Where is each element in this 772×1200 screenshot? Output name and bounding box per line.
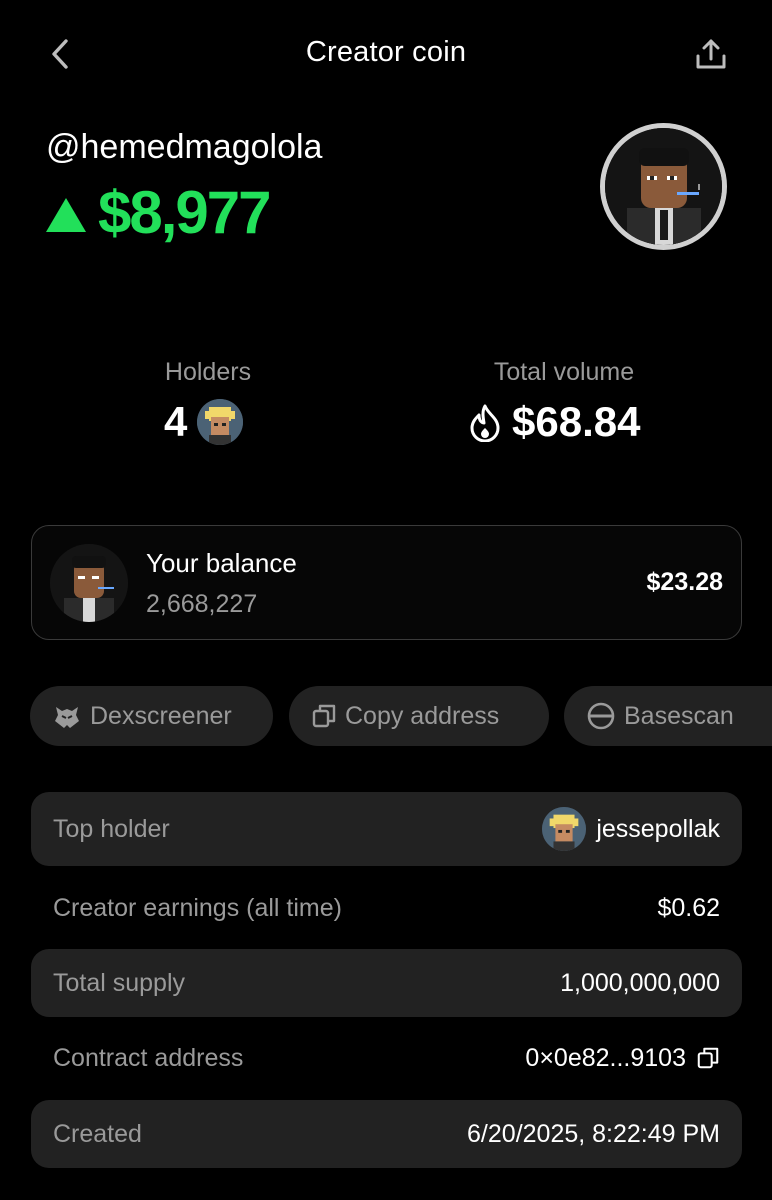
contract-address-value-group[interactable]: 0×0e82...9103 xyxy=(525,1044,720,1073)
copy-address-label: Copy address xyxy=(345,701,500,730)
holder-avatar xyxy=(197,399,244,445)
creator-earnings-label: Creator earnings (all time) xyxy=(53,893,342,922)
trend-up-icon xyxy=(46,197,86,232)
dexscreener-icon xyxy=(55,707,79,728)
volume-label: Total volume xyxy=(493,358,635,386)
balance-avatar xyxy=(50,544,128,622)
copy-icon[interactable] xyxy=(696,1046,720,1070)
creator-handle: @hemedmagolola xyxy=(46,128,323,166)
copy-address-button[interactable]: Copy address xyxy=(289,686,549,746)
contract-address-label: Contract address xyxy=(53,1043,244,1072)
balance-label: Your balance xyxy=(146,548,297,578)
volume-amount: $68.84 xyxy=(512,398,641,445)
coin-price: $8,977 xyxy=(98,179,272,246)
holders-label: Holders xyxy=(164,358,252,386)
top-holder-row[interactable]: Top holder jessepollak xyxy=(31,792,742,866)
total-supply-label: Total supply xyxy=(53,968,186,997)
top-holder-label: Top holder xyxy=(53,814,170,843)
top-holder-avatar xyxy=(542,807,587,851)
stats-section: Holders Total volume 4 $68.84 xyxy=(0,358,772,458)
copy-icon xyxy=(312,704,336,728)
contract-address-value: 0×0e82...9103 xyxy=(525,1043,686,1072)
basescan-button[interactable]: Basescan xyxy=(564,686,772,746)
holders-stat[interactable]: 4 xyxy=(164,398,244,446)
price-row: $8,977 xyxy=(46,178,272,247)
basescan-icon xyxy=(587,702,615,730)
header: Creator coin xyxy=(0,0,772,110)
basescan-label: Basescan xyxy=(624,701,734,730)
creator-earnings-row: Creator earnings (all time) $0.62 xyxy=(31,872,742,944)
creator-avatar-image xyxy=(605,128,722,245)
total-supply-value: 1,000,000,000 xyxy=(560,968,720,997)
share-button[interactable] xyxy=(692,34,730,74)
created-label: Created xyxy=(53,1119,142,1148)
balance-usd-value: $23.28 xyxy=(646,568,723,596)
top-holder-value: jessepollak xyxy=(542,807,720,851)
volume-stat: $68.84 xyxy=(468,398,640,446)
balance-card[interactable]: Your balance 2,668,227 $23.28 xyxy=(31,525,742,640)
created-value: 6/20/2025, 8:22:49 PM xyxy=(467,1119,720,1148)
created-row: Created 6/20/2025, 8:22:49 PM xyxy=(31,1100,742,1168)
dexscreener-label: Dexscreener xyxy=(90,701,232,730)
contract-address-row: Contract address 0×0e82...9103 xyxy=(31,1022,742,1094)
holders-count: 4 xyxy=(164,398,188,445)
total-supply-row: Total supply 1,000,000,000 xyxy=(31,949,742,1017)
creator-earnings-value: $0.62 xyxy=(657,893,720,922)
action-pills: Dexscreener Copy address Basescan xyxy=(0,686,772,746)
share-icon xyxy=(696,39,726,69)
page-title: Creator coin xyxy=(305,36,467,68)
flame-icon xyxy=(470,404,500,442)
dexscreener-button[interactable]: Dexscreener xyxy=(30,686,273,746)
balance-token-amount: 2,668,227 xyxy=(146,590,258,618)
top-holder-name: jessepollak xyxy=(596,814,720,843)
creator-avatar[interactable] xyxy=(600,123,727,250)
